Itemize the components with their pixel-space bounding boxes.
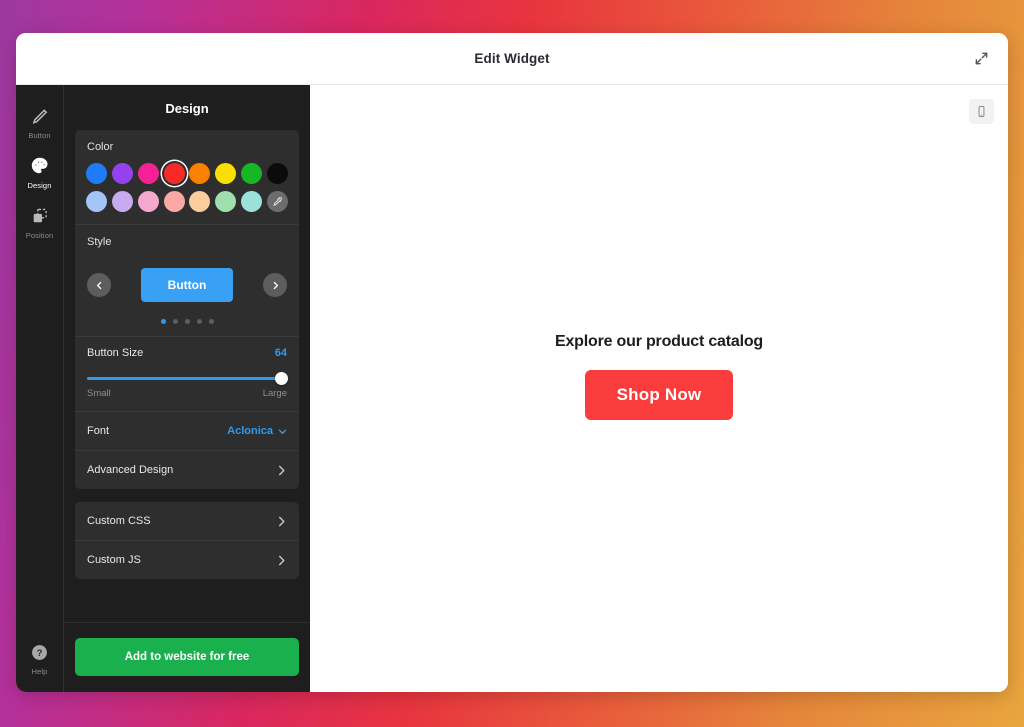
eyedropper-icon[interactable] [266,191,288,212]
style-pagination-dots [160,319,214,324]
color-swatch-purple[interactable] [111,163,133,184]
shop-now-button[interactable]: Shop Now [584,370,734,420]
panel-footer: Add to website for free [64,622,310,692]
slider-min-label: Small [87,388,111,399]
color-swatch-aqua[interactable] [241,191,263,212]
custom-css-label: Custom CSS [87,515,151,527]
font-value: Aclonica [227,425,273,437]
style-dot-1[interactable] [160,319,166,324]
color-swatch-mint[interactable] [215,191,237,212]
chevron-right-icon[interactable] [263,273,287,297]
style-section-body: Button [75,248,299,336]
color-section: Color [75,130,299,224]
color-swatch-peach[interactable] [189,191,211,212]
color-swatch-orange[interactable] [189,163,211,184]
custom-js-row[interactable]: Custom JS [75,541,299,579]
left-icon-rail: Button Design Position ? Help [16,85,64,692]
sidebar-item-position[interactable]: Position [16,197,64,247]
preview-heading: Explore our product catalog [555,333,763,350]
pen-icon [30,106,50,126]
design-main-card: Color Style Button Button Size 64 Small … [75,130,299,489]
add-to-website-button[interactable]: Add to website for free [75,638,299,676]
color-swatch-grid [75,153,299,224]
color-swatch-green[interactable] [241,163,263,184]
design-settings-panel: Design Color Style Button Button Size 64… [64,85,310,692]
style-section: Style Button [75,225,299,336]
advanced-design-label: Advanced Design [87,464,174,476]
panel-scroll-area[interactable]: Color Style Button Button Size 64 Small … [64,130,310,622]
color-swatch-magenta[interactable] [137,163,159,184]
sidebar-item-design[interactable]: Design [16,147,64,197]
window-titlebar: Edit Widget [16,33,1008,85]
style-dot-3[interactable] [184,319,190,324]
chevron-down-icon[interactable] [278,427,287,436]
sidebar-item-button-label: Button [28,131,51,140]
color-swatch-blue[interactable] [86,163,107,184]
font-label: Font [87,425,110,437]
style-dot-5[interactable] [208,319,214,324]
edit-widget-window: Edit Widget Button Design Position ? Hel… [16,33,1008,692]
style-preview-button[interactable]: Button [141,268,233,302]
sidebar-item-position-label: Position [25,231,54,240]
custom-js-label: Custom JS [87,554,141,566]
style-carousel: Button [87,268,287,302]
slider-knob[interactable] [275,372,288,385]
style-dot-2[interactable] [172,319,178,324]
sidebar-item-design-label: Design [27,181,52,190]
svg-text:?: ? [37,648,43,659]
font-value-group[interactable]: Aclonica [227,425,287,437]
help-button[interactable]: ? Help [16,633,64,692]
window-body: Button Design Position ? Help Design Col… [16,85,1008,692]
color-swatch-light-purple[interactable] [111,191,133,212]
mobile-phone-icon[interactable] [969,99,994,124]
question-circle-icon: ? [30,642,50,662]
chevron-left-icon[interactable] [87,273,111,297]
color-swatch-row-2 [86,191,288,212]
chevron-right-icon[interactable] [276,555,287,566]
color-swatch-light-blue[interactable] [86,191,107,212]
widget-preview-canvas: Explore our product catalog Shop Now [310,85,1008,692]
custom-css-row[interactable]: Custom CSS [75,502,299,540]
slider-end-labels: Small Large [87,388,287,399]
button-size-value: 64 [274,347,287,359]
color-swatch-light-pink[interactable] [137,191,159,212]
page-title: Edit Widget [474,51,550,66]
color-swatch-row-1 [86,163,288,184]
style-section-label: Style [87,236,112,248]
expand-arrows-icon[interactable] [968,46,994,72]
advanced-design-row[interactable]: Advanced Design [75,451,299,489]
sidebar-item-button[interactable]: Button [16,97,64,147]
button-size-label: Button Size [87,347,144,359]
color-swatch-black[interactable] [266,163,288,184]
color-swatch-yellow[interactable] [215,163,237,184]
color-swatch-red-selected[interactable] [163,163,185,184]
color-section-label: Color [87,141,114,153]
slider-max-label: Large [262,388,287,399]
custom-code-card: Custom CSS Custom JS [75,502,299,579]
preview-content: Explore our product catalog Shop Now [555,333,763,420]
chevron-right-icon[interactable] [276,516,287,527]
button-size-section: Button Size 64 Small Large [75,337,299,411]
chevron-right-icon[interactable] [276,465,287,476]
slider-track-fill [87,377,281,380]
button-size-header: Button Size 64 [87,347,287,359]
palette-icon [30,156,50,176]
position-shapes-icon [30,206,50,226]
button-size-slider[interactable] [87,372,288,385]
panel-title: Design [165,101,209,116]
color-swatch-salmon[interactable] [163,191,185,212]
help-label: Help [31,667,48,676]
font-row[interactable]: Font Aclonica [75,412,299,450]
style-dot-4[interactable] [196,319,202,324]
